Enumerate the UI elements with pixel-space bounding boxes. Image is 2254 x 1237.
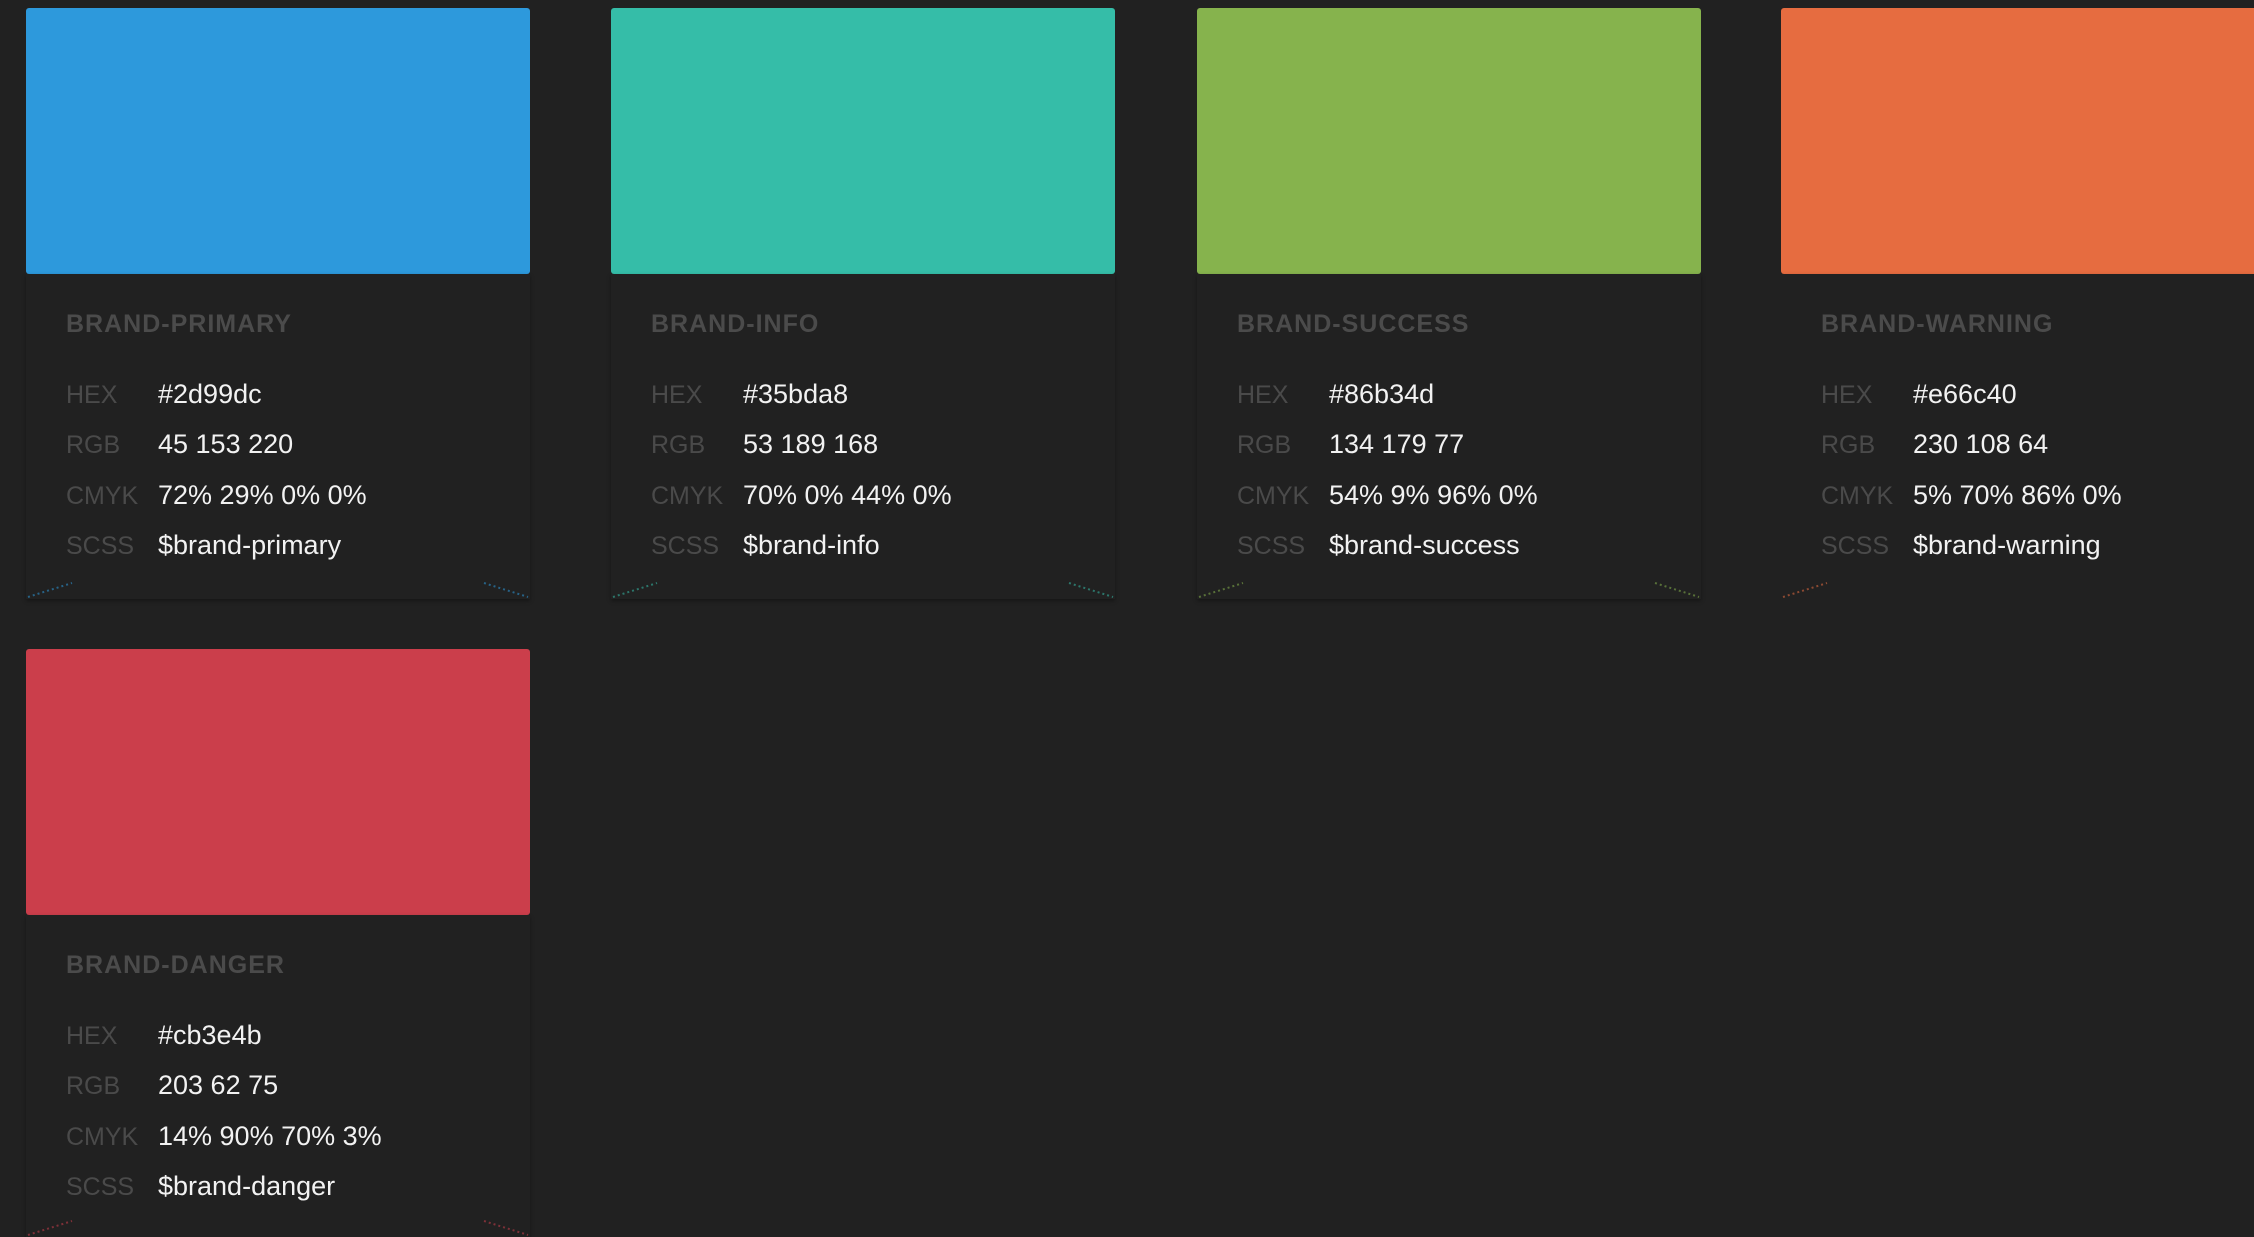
rgb-value[interactable]: 53 189 168	[743, 424, 878, 464]
cmyk-row: CMYK 70% 0% 44% 0%	[651, 475, 952, 515]
hex-value[interactable]: #e66c40	[1913, 374, 2017, 414]
rgb-row: RGB 134 179 77	[1237, 424, 1464, 464]
scss-row: SCSS $brand-warning	[1821, 525, 2101, 565]
hex-row: HEX #86b34d	[1237, 374, 1434, 414]
hex-label: HEX	[1821, 381, 1873, 409]
color-name: BRAND-PRIMARY	[66, 310, 292, 338]
color-info-panel: BRAND-DANGER HEX #cb3e4b RGB 203 62 75 CMY…	[26, 915, 530, 1237]
cmyk-value[interactable]: 70% 0% 44% 0%	[743, 475, 952, 515]
scss-value[interactable]: $brand-info	[743, 525, 880, 565]
rgb-label: RGB	[651, 431, 706, 459]
scss-value[interactable]: $brand-warning	[1913, 525, 2101, 565]
rgb-label: RGB	[66, 1072, 121, 1100]
hex-row: HEX #35bda8	[651, 374, 848, 414]
rgb-value[interactable]: 45 153 220	[158, 424, 293, 464]
scss-row: SCSS $brand-primary	[66, 525, 341, 565]
hex-value[interactable]: #86b34d	[1329, 374, 1434, 414]
color-card-brand-info[interactable]: BRAND-INFO HEX #35bda8 RGB 53 189 168 CMYK…	[611, 8, 1115, 599]
color-info-panel: BRAND-PRIMARY HEX #2d99dc RGB 45 153 220 C…	[26, 274, 530, 599]
corner-decoration-icon	[1654, 582, 1700, 598]
corner-decoration-icon	[27, 1220, 73, 1236]
color-swatch[interactable]	[1197, 8, 1701, 274]
hex-value[interactable]: #cb3e4b	[158, 1015, 262, 1055]
cmyk-value[interactable]: 54% 9% 96% 0%	[1329, 475, 1538, 515]
rgb-label: RGB	[1237, 431, 1292, 459]
cmyk-value[interactable]: 14% 90% 70% 3%	[158, 1116, 382, 1156]
color-card-brand-success[interactable]: BRAND-SUCCESS HEX #86b34d RGB 134 179 77 C…	[1197, 8, 1701, 599]
color-swatch[interactable]	[26, 649, 530, 915]
cmyk-value[interactable]: 72% 29% 0% 0%	[158, 475, 367, 515]
hex-label: HEX	[66, 1022, 118, 1050]
corner-decoration-icon	[612, 582, 658, 598]
rgb-value[interactable]: 230 108 64	[1913, 424, 2048, 464]
scss-label: SCSS	[66, 1173, 135, 1201]
rgb-value[interactable]: 134 179 77	[1329, 424, 1464, 464]
scss-label: SCSS	[1237, 532, 1306, 560]
cmyk-label: CMYK	[66, 482, 139, 510]
color-card-brand-primary[interactable]: BRAND-PRIMARY HEX #2d99dc RGB 45 153 220 C…	[26, 8, 530, 599]
color-card-brand-danger[interactable]: BRAND-DANGER HEX #cb3e4b RGB 203 62 75 CMY…	[26, 649, 530, 1237]
rgb-row: RGB 203 62 75	[66, 1065, 278, 1105]
cmyk-row: CMYK 54% 9% 96% 0%	[1237, 475, 1538, 515]
scss-value[interactable]: $brand-primary	[158, 525, 341, 565]
color-swatch[interactable]	[1781, 8, 2254, 274]
rgb-label: RGB	[1821, 431, 1876, 459]
rgb-label: RGB	[66, 431, 121, 459]
color-name: BRAND-INFO	[651, 310, 820, 338]
rgb-value[interactable]: 203 62 75	[158, 1065, 278, 1105]
rgb-row: RGB 53 189 168	[651, 424, 878, 464]
hex-value[interactable]: #35bda8	[743, 374, 848, 414]
hex-row: HEX #cb3e4b	[66, 1015, 262, 1055]
scss-row: SCSS $brand-danger	[66, 1166, 335, 1206]
scss-label: SCSS	[1821, 532, 1890, 560]
rgb-row: RGB 45 153 220	[66, 424, 293, 464]
scss-label: SCSS	[651, 532, 720, 560]
color-info-panel: BRAND-WARNING HEX #e66c40 RGB 230 108 64 C…	[1781, 274, 2254, 599]
cmyk-label: CMYK	[1237, 482, 1310, 510]
corner-decoration-icon	[1782, 582, 1828, 598]
color-info-panel: BRAND-INFO HEX #35bda8 RGB 53 189 168 CMYK…	[611, 274, 1115, 599]
corner-decoration-icon	[483, 582, 529, 598]
scss-row: SCSS $brand-success	[1237, 525, 1520, 565]
hex-label: HEX	[1237, 381, 1289, 409]
color-name: BRAND-SUCCESS	[1237, 310, 1470, 338]
cmyk-label: CMYK	[1821, 482, 1894, 510]
scss-value[interactable]: $brand-danger	[158, 1166, 335, 1206]
corner-decoration-icon	[483, 1220, 529, 1236]
scss-row: SCSS $brand-info	[651, 525, 880, 565]
hex-row: HEX #e66c40	[1821, 374, 2017, 414]
corner-decoration-icon	[1068, 582, 1114, 598]
corner-decoration-icon	[27, 582, 73, 598]
hex-row: HEX #2d99dc	[66, 374, 262, 414]
scss-value[interactable]: $brand-success	[1329, 525, 1520, 565]
hex-label: HEX	[66, 381, 118, 409]
hex-value[interactable]: #2d99dc	[158, 374, 262, 414]
corner-decoration-icon	[1198, 582, 1244, 598]
color-info-panel: BRAND-SUCCESS HEX #86b34d RGB 134 179 77 C…	[1197, 274, 1701, 599]
hex-label: HEX	[651, 381, 703, 409]
scss-label: SCSS	[66, 532, 135, 560]
cmyk-row: CMYK 72% 29% 0% 0%	[66, 475, 367, 515]
cmyk-label: CMYK	[651, 482, 724, 510]
color-card-brand-warning[interactable]: BRAND-WARNING HEX #e66c40 RGB 230 108 64 C…	[1781, 8, 2254, 599]
cmyk-label: CMYK	[66, 1123, 139, 1151]
rgb-row: RGB 230 108 64	[1821, 424, 2048, 464]
color-swatch[interactable]	[611, 8, 1115, 274]
cmyk-value[interactable]: 5% 70% 86% 0%	[1913, 475, 2122, 515]
color-palette-grid: BRAND-PRIMARY HEX #2d99dc RGB 45 153 220 C…	[0, 0, 2254, 1237]
cmyk-row: CMYK 14% 90% 70% 3%	[66, 1116, 382, 1156]
color-swatch[interactable]	[26, 8, 530, 274]
cmyk-row: CMYK 5% 70% 86% 0%	[1821, 475, 2122, 515]
color-name: BRAND-WARNING	[1821, 310, 2054, 338]
color-name: BRAND-DANGER	[66, 951, 285, 979]
